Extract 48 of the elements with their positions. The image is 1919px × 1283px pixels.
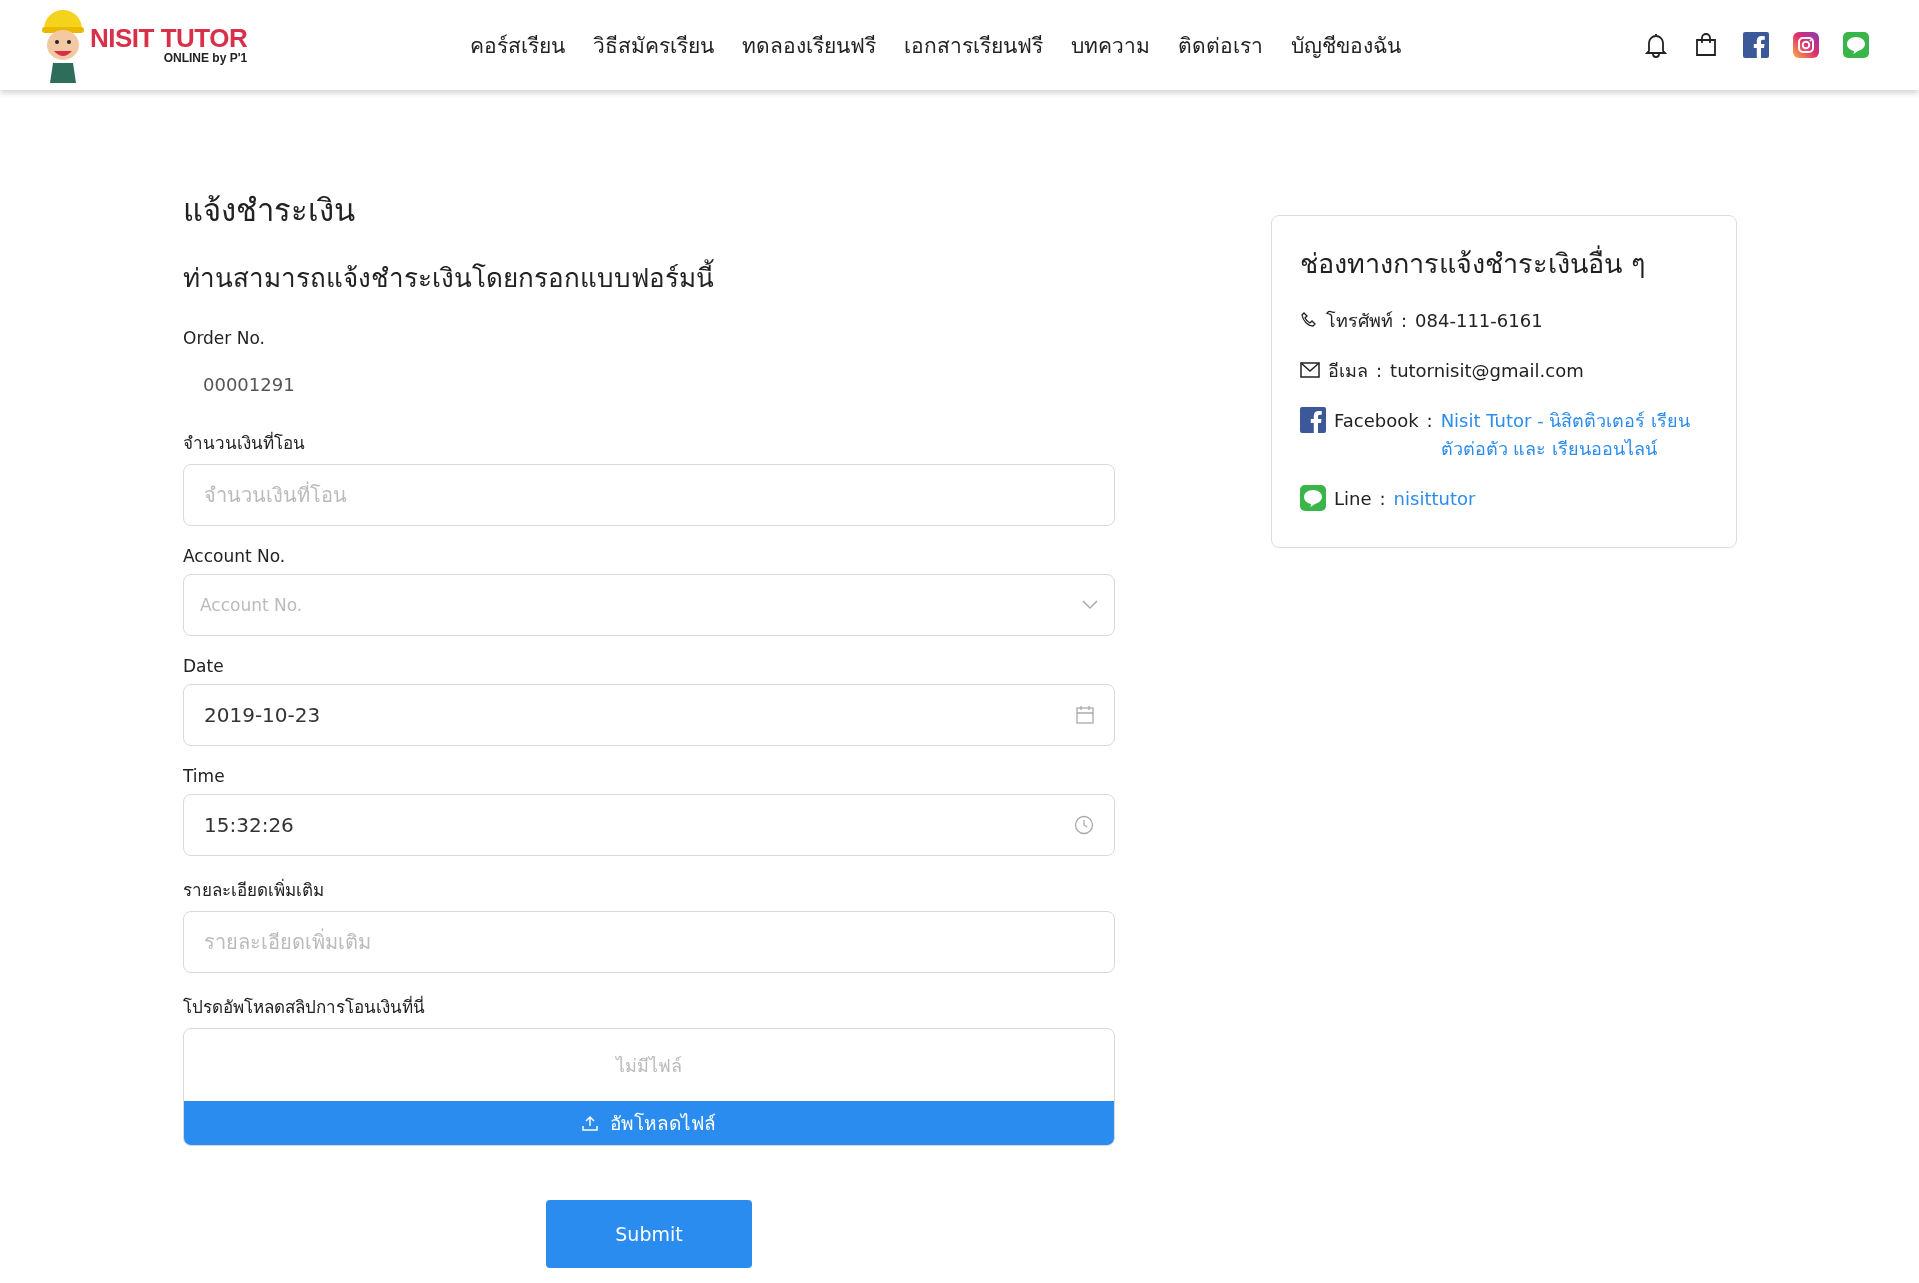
contact-label: Facebook (1334, 408, 1419, 433)
nav-link[interactable]: วิธีสมัครเรียน (593, 28, 714, 62)
field-label: Time (183, 766, 226, 786)
logo-subtitle: ONLINE by P'1 (163, 51, 248, 65)
nav-link[interactable]: คอร์สเรียน (470, 28, 565, 62)
line-app-icon[interactable] (1843, 32, 1869, 58)
instagram-icon[interactable] (1793, 32, 1819, 58)
clock-icon (1074, 815, 1094, 835)
contact-label: อีเมล (1328, 358, 1368, 383)
contact-link[interactable]: Nisit Tutor - นิสิตติวเตอร์ เรียนตัวต่อตัว และ เรียนออนไลน์ (1440, 406, 1708, 463)
order-number: 00001291 (202, 373, 296, 397)
chevron-down-icon (1082, 600, 1098, 610)
calendar-icon (1076, 706, 1094, 724)
phone-icon (1300, 311, 1318, 329)
contact-label: โทรศัพท์ (1326, 309, 1393, 333)
field-label: Date (183, 656, 225, 676)
field-label: Order No. (183, 328, 266, 348)
field-label: รายละเอียดเพิ่มเติม (183, 877, 325, 902)
mail-icon (1300, 361, 1320, 378)
line-app-icon[interactable] (1300, 484, 1326, 511)
time-field[interactable]: 15:32:26 (183, 794, 1115, 856)
separator: : (1401, 309, 1408, 333)
field-label: Account No. (183, 546, 287, 566)
contact-value: tutornisit@gmail.com (1390, 358, 1585, 383)
nav-link[interactable]: ติดต่อเรา (1178, 28, 1263, 62)
nav-link[interactable]: ทดลองเรียนฟรี (742, 28, 876, 62)
contact-label: Line (1334, 486, 1372, 511)
separator: : (1376, 358, 1383, 383)
separator: : (1426, 408, 1433, 433)
card-title: ช่องทางการแจ้งชำระเงินอื่น ๆ (1300, 242, 1708, 285)
nav-link[interactable]: บัญชีของฉัน (1291, 28, 1401, 62)
contact-value: 084-111-6161 (1415, 309, 1544, 333)
field-label: โปรดอัพโหลดสลิปการโอนเงินที่นี่ (183, 994, 426, 1019)
page-subtitle: ท่านสามารถแจ้งชำระเงินโดยกรอกแบบฟอร์มนี้ (183, 257, 1115, 298)
upload-icon (582, 1115, 598, 1131)
file-status: ไม่มีไฟล์ (614, 1053, 683, 1078)
nav-link[interactable]: เอกสารเรียนฟรี (904, 28, 1043, 62)
nav-link[interactable]: บทความ (1071, 28, 1150, 62)
facebook-icon[interactable] (1300, 406, 1326, 433)
shopping-bag-icon[interactable] (1693, 32, 1719, 58)
notification-bell-icon[interactable] (1643, 32, 1669, 58)
separator: : (1379, 486, 1386, 511)
field-label: จำนวนเงินที่โอน (183, 430, 306, 455)
contact-link[interactable]: nisittutor (1393, 484, 1708, 513)
logo-title: NISIT TUTOR (90, 25, 248, 51)
date-field[interactable]: 2019-10-23 (183, 684, 1115, 746)
page-title: แจ้งชำระเงิน (183, 191, 356, 230)
facebook-icon[interactable] (1743, 32, 1769, 58)
